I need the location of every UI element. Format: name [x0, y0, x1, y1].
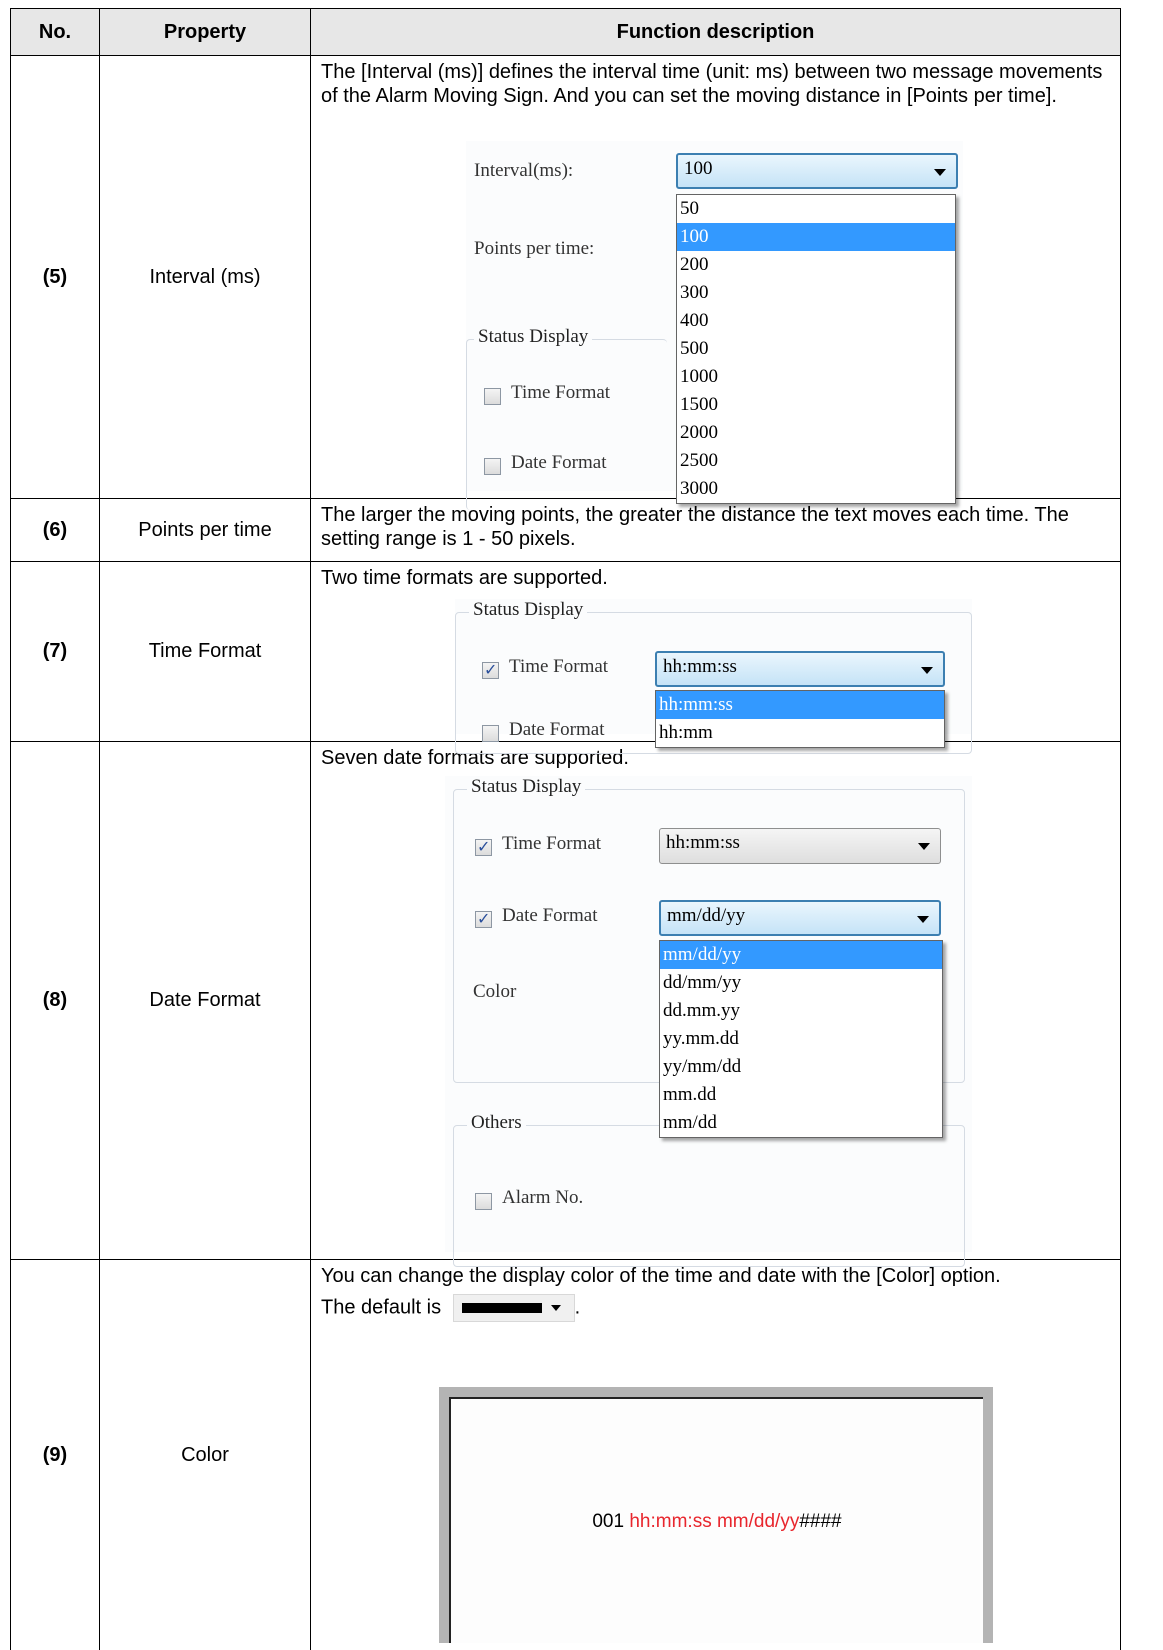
- default-color-text: The default is: [321, 1296, 442, 1319]
- time-format-label: Time Format: [502, 833, 602, 854]
- date-format-label: Date Format: [511, 452, 607, 473]
- time-format-label: Time Format: [509, 656, 609, 677]
- description-text: The larger the moving points, the greate…: [321, 504, 1069, 550]
- time-format-label: Time Format: [511, 382, 611, 403]
- status-display-title: Status Display: [474, 326, 593, 348]
- time-format-combo-value: hh:mm:ss: [663, 656, 737, 677]
- status-display-title: Status Display: [467, 776, 586, 798]
- dropdown-option[interactable]: 200: [677, 251, 955, 279]
- status-display-group: [466, 339, 667, 510]
- description-text: The [Interval (ms)] defines the interval…: [321, 61, 1103, 107]
- row-number: (6): [11, 499, 100, 561]
- alarm-no-checkbox[interactable]: [475, 1193, 492, 1210]
- row-property: Date Format: [100, 742, 311, 1259]
- row-property: Color: [100, 1260, 311, 1650]
- row-number: (7): [11, 562, 100, 741]
- interval-combo-value: 100: [684, 158, 713, 179]
- table-header: No. Property Function description: [10, 8, 1121, 56]
- date-format-combo-value: mm/dd/yy: [667, 905, 746, 926]
- preview-date: mm/dd/yy: [716, 1511, 800, 1532]
- chevron-down-icon: [918, 843, 930, 850]
- time-format-combo[interactable]: hh:mm:ss: [659, 828, 941, 864]
- interval-combo[interactable]: 100: [676, 153, 958, 189]
- row-number: (5): [11, 56, 100, 498]
- preview-time: hh:mm:ss: [629, 1511, 712, 1532]
- time-format-snapshot: Status Display Time Format hh:mm:ss Date…: [455, 599, 972, 754]
- status-display-title: Status Display: [469, 599, 588, 621]
- row-property: Points per time: [100, 499, 311, 561]
- dropdown-option[interactable]: 400: [677, 307, 955, 335]
- preview-message: ####: [799, 1511, 842, 1532]
- row-number: (8): [11, 742, 100, 1259]
- dropdown-option[interactable]: 300: [677, 279, 955, 307]
- dropdown-option[interactable]: 500: [677, 335, 955, 363]
- dropdown-option[interactable]: hh:mm:ss: [656, 691, 944, 719]
- interval-label: Interval(ms):: [474, 160, 574, 181]
- default-color-line: The default is .: [321, 1294, 1108, 1322]
- header-no: No.: [11, 9, 100, 55]
- dropdown-option[interactable]: yy.mm.dd: [660, 1025, 942, 1053]
- chevron-down-icon: [550, 1305, 561, 1311]
- time-format-checkbox[interactable]: [484, 388, 501, 405]
- color-preview-panel: 001 hh:mm:ss mm/dd/yy####: [439, 1387, 993, 1643]
- row-number: (9): [11, 1260, 100, 1650]
- dropdown-option[interactable]: mm/dd/yy: [660, 941, 942, 969]
- preview-text: 001 hh:mm:ss mm/dd/yy####: [451, 1511, 983, 1533]
- chevron-down-icon: [934, 169, 946, 176]
- interval-dropdown-list[interactable]: 50 100 200 300 400 500 1000 1500 2000 2500 3000: [676, 194, 956, 504]
- dropdown-option[interactable]: 1500: [677, 391, 955, 419]
- row-property: Interval (ms): [100, 56, 311, 498]
- dropdown-option[interactable]: mm/dd: [660, 1109, 942, 1137]
- preview-screen: 001 hh:mm:ss mm/dd/yy####: [449, 1397, 983, 1643]
- date-format-label: Date Format: [509, 719, 605, 740]
- date-format-combo[interactable]: mm/dd/yy: [659, 900, 941, 936]
- chevron-down-icon: [917, 916, 929, 923]
- time-format-combo-value: hh:mm:ss: [666, 832, 740, 853]
- time-format-checkbox[interactable]: [475, 837, 492, 856]
- date-format-checkbox[interactable]: [482, 725, 499, 742]
- dropdown-option[interactable]: mm.dd: [660, 1081, 942, 1109]
- description-text: Two time formats are supported.: [321, 567, 608, 589]
- description-text: You can change the display color of the …: [321, 1265, 1001, 1287]
- date-format-snapshot: Status Display Time Format hh:mm:ss Date…: [445, 776, 972, 1267]
- dropdown-option[interactable]: dd/mm/yy: [660, 969, 942, 997]
- color-picker-button[interactable]: [452, 1294, 575, 1322]
- row-property: Time Format: [100, 562, 311, 741]
- interval-dialog-snapshot: Interval(ms): 100 Points per time: Statu…: [466, 141, 963, 510]
- chevron-down-icon: [921, 667, 933, 674]
- time-format-checkbox[interactable]: [482, 660, 499, 679]
- dropdown-option[interactable]: 2000: [677, 419, 955, 447]
- dropdown-option[interactable]: 1000: [677, 363, 955, 391]
- dropdown-option[interactable]: 3000: [677, 475, 955, 503]
- row-description: The larger the moving points, the greate…: [311, 499, 1120, 561]
- dropdown-option[interactable]: 2500: [677, 447, 955, 475]
- dropdown-option[interactable]: hh:mm: [656, 719, 944, 747]
- date-format-checkbox[interactable]: [484, 458, 501, 475]
- dropdown-option[interactable]: 50: [677, 195, 955, 223]
- time-format-dropdown-list[interactable]: hh:mm:ss hh:mm: [655, 690, 945, 748]
- date-format-dropdown-list[interactable]: mm/dd/yy dd/mm/yy dd.mm.yy yy.mm.dd yy/mm/dd…: [659, 940, 943, 1138]
- date-format-label: Date Format: [502, 905, 598, 926]
- dropdown-option[interactable]: 100: [677, 223, 955, 251]
- header-description: Function description: [616, 21, 815, 43]
- dropdown-option[interactable]: dd.mm.yy: [660, 997, 942, 1025]
- points-label: Points per time:: [474, 238, 595, 259]
- date-format-checkbox[interactable]: [475, 909, 492, 928]
- color-label: Color: [473, 981, 517, 1002]
- others-title: Others: [467, 1112, 526, 1134]
- dropdown-option[interactable]: yy/mm/dd: [660, 1053, 942, 1081]
- header-property: Property: [100, 9, 311, 55]
- alarm-no-label: Alarm No.: [502, 1187, 584, 1208]
- time-format-combo[interactable]: hh:mm:ss: [655, 651, 945, 687]
- preview-alarm-no: 001: [592, 1511, 625, 1532]
- color-swatch: [461, 1303, 542, 1313]
